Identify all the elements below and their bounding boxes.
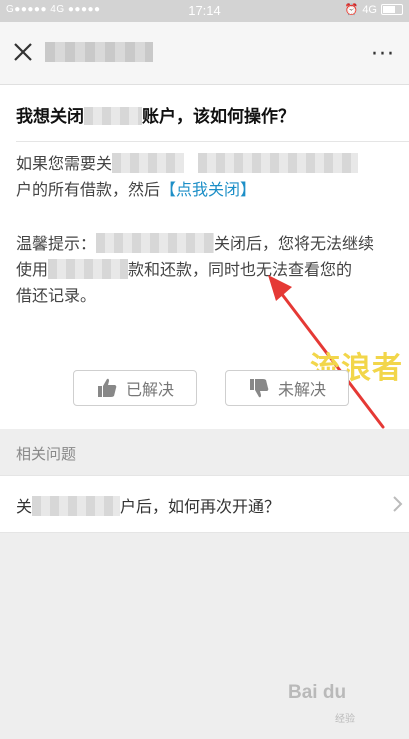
tip-label: 温馨提示：: [16, 234, 97, 253]
baidu-logo: Bai du: [288, 682, 346, 704]
blurred-text: [48, 259, 129, 279]
blurred-text: [96, 233, 215, 253]
answer-paragraph-1: 如果您需要关 户的所有借款，然后【点我关闭】: [16, 151, 396, 203]
solved-label: 已解决: [125, 380, 174, 399]
answer-text: 借还记录。: [16, 286, 97, 305]
related-text: 户后，如何再次开通？: [120, 497, 281, 516]
related-item-text: 关 户后，如何再次开通？: [16, 493, 280, 517]
unsolved-label: 未解决: [277, 380, 326, 399]
answer-card: 我想关闭 账户，该如何操作？ 如果您需要关 户的所有借款，然后【点我关闭】 温馨提…: [0, 85, 409, 429]
close-account-link[interactable]: 【点我关闭】: [160, 180, 256, 199]
more-icon[interactable]: ···: [371, 42, 395, 67]
blurred-text: [32, 496, 121, 516]
divider: [16, 141, 409, 142]
network-type: 4G: [362, 3, 377, 16]
alarm-icon: ⏰: [344, 4, 359, 16]
related-item[interactable]: 关 户后，如何再次开通？: [0, 475, 409, 533]
blurred-text: [198, 153, 359, 173]
answer-text: 关闭后，您将无法继续: [214, 234, 375, 253]
chevron-right-icon: [393, 496, 403, 512]
question-title-start: 我想关闭: [16, 107, 84, 127]
nav-bar: ···: [0, 22, 409, 85]
unsolved-button[interactable]: 未解决: [225, 370, 349, 406]
question-title: 我想关闭 账户，该如何操作？: [16, 102, 295, 127]
baidu-brand: Bai du: [288, 682, 347, 703]
blurred-text: [112, 153, 185, 173]
answer-text: 如果您需要关: [16, 154, 113, 173]
solved-button[interactable]: 已解决: [73, 370, 197, 406]
page-title-blurred: [45, 42, 153, 62]
answer-text: 户的所有借款，然后: [16, 180, 161, 199]
blurred-text: [84, 107, 142, 125]
thumbs-down-icon: [249, 379, 269, 398]
related-header: 相关问题: [16, 445, 77, 463]
close-icon[interactable]: [8, 37, 38, 67]
thumbs-up-icon: [97, 378, 117, 397]
status-right: ⏰ 4G: [345, 3, 403, 16]
battery-icon: [381, 4, 403, 15]
question-title-end: 账户，该如何操作？: [142, 107, 295, 127]
baidu-jingyan: 经验: [335, 714, 355, 725]
status-bar: G●●●●● 4G ●●●●● 17:14 ⏰ 4G: [0, 0, 409, 22]
related-text: 关: [16, 497, 33, 516]
answer-text: 使用: [16, 260, 49, 279]
